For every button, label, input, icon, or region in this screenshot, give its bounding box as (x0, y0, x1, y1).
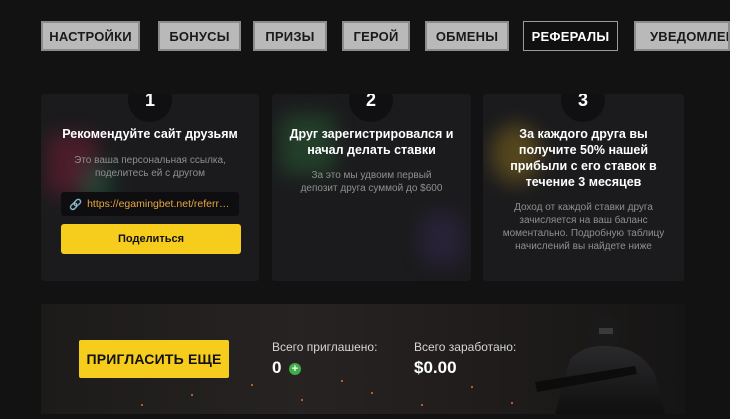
tab-bonuses[interactable]: БОНУСЫ (158, 21, 241, 51)
step-card-1: 1 Рекомендуйте сайт друзьям Это ваша пер… (41, 94, 259, 281)
invite-more-button[interactable]: ПРИГЛАСИТЬ ЕЩЕ (79, 340, 229, 378)
tab-settings[interactable]: НАСТРОЙКИ (41, 21, 140, 51)
step-description: Доход от каждой ставки друга зачисляется… (502, 202, 665, 252)
step-card-3: 3 За каждого друга вы получите 50% нашей… (483, 94, 684, 281)
ember-particle (471, 386, 473, 388)
step-card-2: 2 Друг зарегистрировался и начал делать … (272, 94, 471, 281)
step-description: За это мы удвоим первый депозит друга су… (300, 170, 443, 194)
ember-particle (371, 392, 373, 394)
soldier-illustration (535, 314, 665, 414)
step-number: 1 (128, 94, 172, 122)
ember-particle (301, 399, 303, 401)
ember-particle (141, 404, 143, 406)
invited-label: Всего приглашено: (272, 340, 378, 354)
tab-notifications[interactable]: УВЕДОМЛЕНИ (634, 21, 730, 51)
invited-value: 0 (272, 358, 282, 377)
link-icon: 🔗 (69, 198, 83, 211)
referral-stats-banner: ПРИГЛАСИТЬ ЕЩЕ Всего приглашено: 0 + Все… (41, 304, 685, 414)
tab-exchanges[interactable]: ОБМЕНЫ (425, 21, 509, 51)
tab-prizes[interactable]: ПРИЗЫ (253, 21, 327, 51)
ember-particle (421, 404, 423, 406)
ember-particle (341, 380, 343, 382)
tab-hero[interactable]: ГЕРОЙ (342, 21, 410, 51)
ember-particle (191, 394, 193, 396)
earned-value: $0.00 (414, 358, 457, 377)
step-title: Рекомендуйте сайт друзьям (62, 127, 238, 141)
step-number: 3 (561, 94, 605, 122)
referral-link-text: https://egamingbet.net/referra... (87, 198, 231, 210)
step-description: Это ваша персональная ссылка, поделитесь… (74, 155, 226, 179)
share-button[interactable]: Поделиться (61, 224, 241, 254)
step-title: Друг зарегистрировался и начал делать ст… (289, 127, 454, 157)
ember-particle (251, 384, 253, 386)
ember-particle (511, 402, 513, 404)
tab-referrals[interactable]: РЕФЕРАЛЫ (523, 21, 618, 51)
tab-bar: НАСТРОЙКИ БОНУСЫ ПРИЗЫ ГЕРОЙ ОБМЕНЫ РЕФЕ… (0, 0, 730, 60)
step-title: За каждого друга вы получите 50% нашей п… (510, 127, 657, 189)
step-number: 2 (349, 94, 393, 122)
plus-circle-icon[interactable]: + (289, 363, 301, 375)
referral-link-field[interactable]: 🔗 https://egamingbet.net/referra... (61, 192, 239, 216)
decor-blob (422, 214, 462, 264)
earned-label: Всего заработано: (414, 340, 517, 354)
